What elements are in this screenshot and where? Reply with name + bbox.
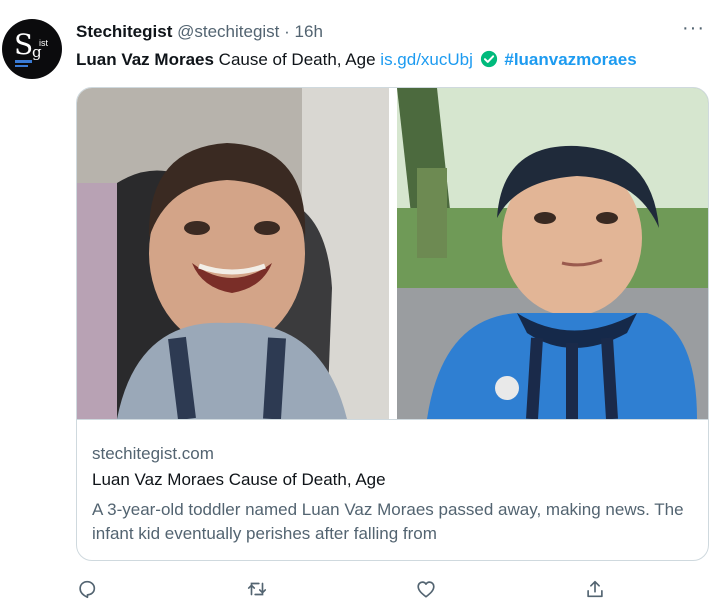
link-card[interactable]: stechitegist.com Luan Vaz Moraes Cause o… [76, 87, 709, 561]
check-circle-icon [480, 50, 497, 68]
card-domain: stechitegist.com [92, 444, 214, 463]
avatar[interactable]: Sg ist [2, 19, 62, 79]
action-bar [0, 572, 722, 606]
author-name[interactable]: Stechitegist [76, 22, 172, 41]
tweet-header: Stechitegist @stechitegist · 16h [76, 22, 323, 42]
tweet-time[interactable]: 16h [295, 22, 323, 41]
share-icon [587, 580, 603, 598]
tweet-text: Luan Vaz Moraes Cause of Death, Age is.g… [76, 49, 637, 71]
header-separator: · [284, 22, 290, 41]
like-icon [417, 581, 435, 598]
retweet-button[interactable] [240, 572, 274, 606]
card-title: Luan Vaz Moraes Cause of Death, Age [92, 470, 386, 489]
more-options-icon[interactable]: ··· [682, 17, 705, 40]
tweet-text-plain: Cause of Death, Age [218, 50, 376, 69]
card-divider [77, 419, 708, 420]
like-button[interactable] [409, 572, 443, 606]
share-button[interactable] [578, 572, 612, 606]
hashtag-link[interactable]: #luanvazmoraes [504, 50, 636, 69]
tweet-text-bold: Luan Vaz Moraes [76, 50, 214, 69]
reply-button[interactable] [70, 572, 104, 606]
author-handle[interactable]: @stechitegist [177, 22, 279, 41]
tweet[interactable]: Sg ist Stechitegist @stechitegist · 16h ·… [0, 0, 722, 615]
card-description: A 3-year-old toddler named Luan Vaz Mora… [92, 500, 684, 543]
retweet-icon [247, 582, 267, 596]
card-photo-right [397, 88, 708, 419]
tweet-link[interactable]: is.gd/xucUbj [380, 50, 473, 69]
reply-icon [79, 580, 96, 599]
card-photo-left [77, 88, 389, 419]
